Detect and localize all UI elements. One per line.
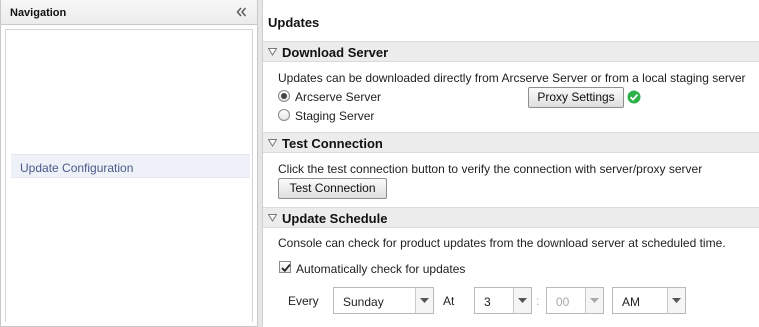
chevron-down-icon	[672, 298, 681, 303]
hour-select-dropdown[interactable]	[513, 288, 531, 313]
section-title: Update Schedule	[282, 211, 388, 226]
section-header-test-connection[interactable]: Test Connection	[263, 132, 759, 153]
at-label: At	[443, 294, 455, 308]
radio-arcserve-server-label[interactable]: Arcserve Server	[295, 90, 381, 104]
chevron-down-icon	[590, 298, 599, 303]
chevron-down-icon	[518, 298, 527, 303]
navigation-panel: Navigation Update Configuration	[0, 0, 258, 327]
section-header-download-server[interactable]: Download Server	[263, 41, 759, 62]
content-panel: Updates Download Server Updates can be d…	[262, 0, 759, 327]
section-header-update-schedule[interactable]: Update Schedule	[263, 207, 759, 228]
radio-staging-server-label[interactable]: Staging Server	[295, 109, 374, 123]
section-title: Download Server	[282, 45, 389, 60]
ampm-select-value: AM	[622, 295, 640, 309]
day-select-dropdown[interactable]	[415, 288, 433, 313]
test-connection-button[interactable]: Test Connection	[278, 178, 387, 199]
day-select[interactable]: Sunday	[333, 287, 434, 314]
hour-select[interactable]: 3	[474, 287, 532, 314]
collapse-triangle-icon[interactable]	[268, 139, 277, 147]
hour-select-value: 3	[484, 295, 491, 309]
minute-select-dropdown	[585, 288, 603, 313]
collapse-triangle-icon[interactable]	[268, 214, 277, 222]
page-title: Updates	[268, 15, 320, 30]
update-schedule-description: Console can check for product updates fr…	[278, 236, 726, 250]
minute-select-value: 00	[556, 295, 570, 309]
radio-staging-server[interactable]	[278, 109, 290, 121]
collapse-triangle-icon[interactable]	[268, 48, 277, 56]
ampm-select-dropdown[interactable]	[667, 288, 685, 313]
checkmark-icon	[281, 264, 291, 273]
radio-arcserve-server[interactable]	[278, 90, 290, 102]
proxy-settings-button[interactable]: Proxy Settings	[528, 87, 624, 108]
app-window: Navigation Update Configuration Updates …	[0, 0, 759, 327]
auto-check-checkbox[interactable]	[279, 261, 291, 273]
collapse-double-chevron-icon[interactable]	[235, 5, 249, 19]
ok-check-icon	[627, 90, 641, 104]
navigation-title: Navigation	[10, 7, 67, 19]
nav-item-label: Update Configuration	[20, 161, 134, 175]
download-server-description: Updates can be downloaded directly from …	[278, 71, 746, 85]
chevron-down-icon	[420, 298, 429, 303]
test-connection-description: Click the test connection button to veri…	[278, 162, 703, 176]
nav-item-update-configuration[interactable]: Update Configuration	[11, 154, 250, 178]
ampm-select[interactable]: AM	[612, 287, 686, 314]
section-title: Test Connection	[282, 136, 383, 151]
every-label: Every	[288, 294, 319, 308]
auto-check-label[interactable]: Automatically check for updates	[296, 262, 465, 276]
time-colon: :	[536, 294, 540, 308]
minute-select: 00	[546, 287, 604, 314]
navigation-header: Navigation	[1, 0, 257, 25]
day-select-value: Sunday	[343, 295, 384, 309]
